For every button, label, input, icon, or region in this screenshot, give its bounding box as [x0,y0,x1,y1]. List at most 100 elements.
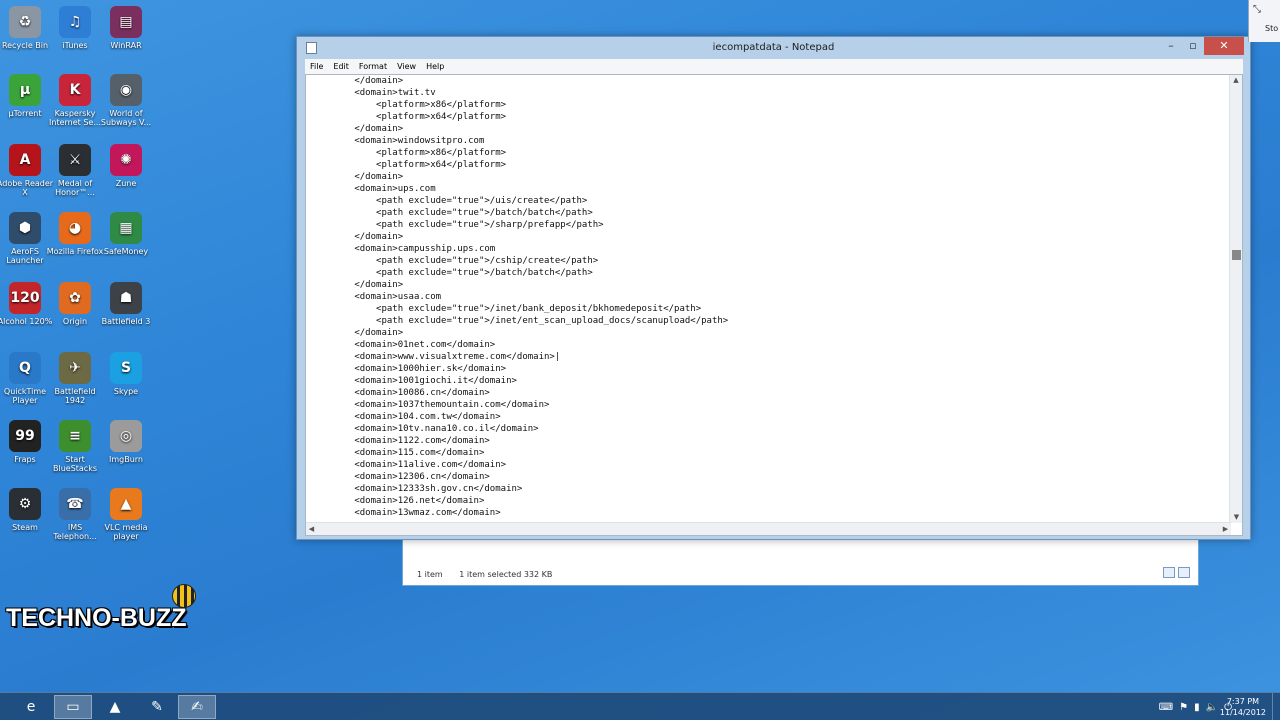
text-line: </domain> [311,76,404,86]
taskbar: e ▭ ▲ ✎ ✍ ⌨ ⚑ ▮ 🔈 ⏻ 7:37 PM 11/14/2012 [0,692,1280,720]
text-line: <domain>11alive.com</domain> [311,460,507,470]
desktop-icon[interactable]: ⚔ Medal of Honor™... [46,144,104,197]
desktop-icon-label: Battlefield 1942 [54,387,96,405]
desktop-icon[interactable]: ✿ Origin [46,282,104,326]
desktop-icon-label: VLC media player [104,523,148,541]
maximize-button[interactable]: ▫ [1182,37,1204,55]
desktop-icon[interactable]: ♫ iTunes [46,6,104,50]
desktop-icon[interactable]: ▤ WinRAR [97,6,155,50]
desktop-icon[interactable]: ✈ Battlefield 1942 [46,352,104,405]
menu-file[interactable]: File [305,59,328,74]
alcohol-icon: 120 [9,282,41,314]
desktop-icon-label: Mozilla Firefox [46,247,104,256]
desktop-icon[interactable]: K Kaspersky Internet Se... [46,74,104,127]
battlefield3-icon: ☗ [110,282,142,314]
details-view-icon[interactable] [1163,567,1175,578]
text-editor[interactable]: </domain> <domain>twit.tv <platform>x86<… [305,74,1243,536]
text-line: <platform>x64</platform> [311,160,507,170]
large-icons-view-icon[interactable] [1178,567,1190,578]
adobe-reader-icon: A [9,144,41,176]
text-line: </domain> [311,280,404,290]
kaspersky-icon: K [59,74,91,106]
text-line: <path exclude="true">/batch/batch</path> [311,208,593,218]
firefox-icon: ◕ [59,212,91,244]
notepad-taskbar-icon[interactable]: ✍ [178,695,216,719]
volume-icon[interactable]: 🔈 [1206,702,1218,713]
utorrent-icon: µ [9,74,41,106]
partial-window-label: Sto [1265,24,1279,33]
desktop-icon[interactable]: S Skype [97,352,155,396]
scroll-right-icon[interactable]: ▶ [1220,523,1231,536]
menu-bar: File Edit Format View Help [305,59,1243,74]
desktop-icon[interactable]: ☗ Battlefield 3 [97,282,155,326]
text-line: <domain>1001giochi.it</domain> [311,376,517,386]
view-toggle[interactable] [1163,567,1190,578]
text-line: <platform>x86</platform> [311,148,507,158]
show-desktop-button[interactable] [1272,693,1280,720]
desktop-icon-label: World of Subways V... [100,109,152,127]
text-line: <domain>ups.com [311,184,436,194]
tool-taskbar-icon[interactable]: ✎ [138,695,176,719]
clock[interactable]: 7:37 PM 11/14/2012 [1220,696,1266,718]
steam-icon: ⚙ [9,488,41,520]
desktop-icon[interactable]: ◕ Mozilla Firefox [46,212,104,256]
text-line: <domain>usaa.com [311,292,442,302]
text-line: <path exclude="true">/uis/create</path> [311,196,588,206]
vlc-taskbar-icon[interactable]: ▲ [96,695,134,719]
desktop-icon[interactable]: ◉ World of Subways V... [97,74,155,127]
scroll-up-icon[interactable]: ▲ [1230,75,1242,86]
menu-view[interactable]: View [392,59,421,74]
scroll-thumb[interactable] [1232,250,1241,260]
menu-help[interactable]: Help [421,59,449,74]
text-line: <domain>13wmaz.com</domain> [311,508,501,518]
text-line: <platform>x64</platform> [311,112,507,122]
scroll-left-icon[interactable]: ◀ [306,523,317,536]
text-line: <platform>x86</platform> [311,100,507,110]
desktop-icon[interactable]: ▦ SafeMoney [97,212,155,256]
editor-text[interactable]: </domain> <domain>twit.tv <platform>x86<… [311,75,1229,523]
skype-icon: S [110,352,142,384]
text-line: <domain>12306.cn</domain> [311,472,490,482]
file-explorer-icon[interactable]: ▭ [54,695,92,719]
scroll-down-icon[interactable]: ▼ [1230,512,1243,523]
vertical-scrollbar[interactable]: ▲ ▼ [1229,75,1242,523]
desktop-icon[interactable]: ✺ Zune [97,144,155,188]
desktop-icon[interactable]: ≡ Start BlueStacks [46,420,104,473]
text-line: <path exclude="true">/inet/ent_scan_uplo… [311,316,729,326]
text-line: <domain>126.net</domain> [311,496,485,506]
ims-telephone-icon: ☎ [59,488,91,520]
text-line: <domain>campusship.ups.com [311,244,496,254]
menu-edit[interactable]: Edit [328,59,354,74]
menu-format[interactable]: Format [354,59,392,74]
text-line: <domain>12333sh.gov.cn</domain> [311,484,523,494]
pin-icon[interactable]: ⤡ [1253,4,1265,16]
desktop-icon-label: iTunes [62,41,88,50]
selection-info: 1 item selected 332 KB [459,570,553,579]
text-line: <domain>10086.cn</domain> [311,388,490,398]
keyboard-icon[interactable]: ⌨ [1159,702,1173,713]
window-controls: – ▫ ✕ [1160,37,1244,55]
bluestacks-icon: ≡ [59,420,91,452]
text-line: <domain>www.visualxtreme.com</domain>| [311,352,561,362]
desktop-icon[interactable]: ◎ ImgBurn [97,420,155,464]
file-explorer-window[interactable]: 1 item 1 item selected 332 KB [402,536,1199,586]
network-icon[interactable]: ▮ [1194,702,1200,713]
text-line: </domain> [311,124,404,134]
action-center-flag-icon[interactable]: ⚑ [1179,702,1188,713]
text-line: </domain> [311,232,404,242]
text-line: <path exclude="true">/sharp/prefapp</pat… [311,220,604,230]
aerofs-icon: ⬢ [9,212,41,244]
notepad-window[interactable]: iecompatdata - Notepad – ▫ ✕ File Edit F… [296,36,1251,540]
text-line: </domain> [311,172,404,182]
battlefield1942-icon: ✈ [59,352,91,384]
internet-explorer-icon[interactable]: e [12,695,50,719]
text-line: <path exclude="true">/batch/batch</path> [311,268,593,278]
recycle-bin-icon: ♻ [9,6,41,38]
desktop-icon[interactable]: ☎ IMS Telephon... [46,488,104,541]
desktop-icon-label: Start BlueStacks [52,455,98,473]
desktop-icon[interactable]: ▲ VLC media player [97,488,155,541]
close-button[interactable]: ✕ [1204,37,1244,55]
horizontal-scrollbar[interactable]: ◀ ▶ [306,522,1231,535]
minimize-button[interactable]: – [1160,37,1182,55]
partial-window[interactable]: ⤡ Sto [1248,0,1280,42]
